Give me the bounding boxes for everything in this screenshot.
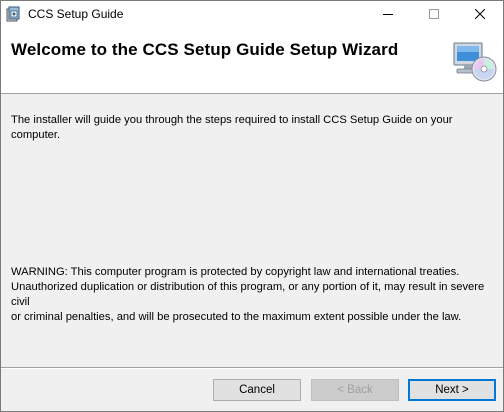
title-bar[interactable]: CCS Setup Guide bbox=[1, 1, 503, 27]
cancel-button[interactable]: Cancel bbox=[213, 379, 301, 401]
installer-window: CCS Setup Guide Welcome to the CCS Setup… bbox=[0, 0, 504, 412]
copyright-warning-text: WARNING: This computer program is protec… bbox=[11, 266, 485, 323]
footer-divider bbox=[1, 367, 503, 369]
installer-app-icon bbox=[6, 6, 22, 22]
minimize-icon bbox=[383, 9, 393, 19]
back-button[interactable]: < Back bbox=[311, 379, 399, 401]
intro-text: The installer will guide you through the… bbox=[11, 114, 453, 141]
wizard-heading: Welcome to the CCS Setup Guide Setup Wiz… bbox=[11, 40, 399, 59]
close-icon bbox=[475, 9, 485, 19]
minimize-button[interactable] bbox=[365, 1, 411, 27]
next-button[interactable]: Next > bbox=[408, 379, 496, 401]
maximize-button[interactable] bbox=[411, 1, 457, 27]
close-button[interactable] bbox=[457, 1, 503, 27]
maximize-icon bbox=[429, 9, 439, 19]
wizard-banner: Welcome to the CCS Setup Guide Setup Wiz… bbox=[1, 27, 503, 94]
window-title: CCS Setup Guide bbox=[28, 7, 124, 21]
computer-cd-icon bbox=[451, 37, 497, 83]
window-controls bbox=[365, 1, 503, 27]
